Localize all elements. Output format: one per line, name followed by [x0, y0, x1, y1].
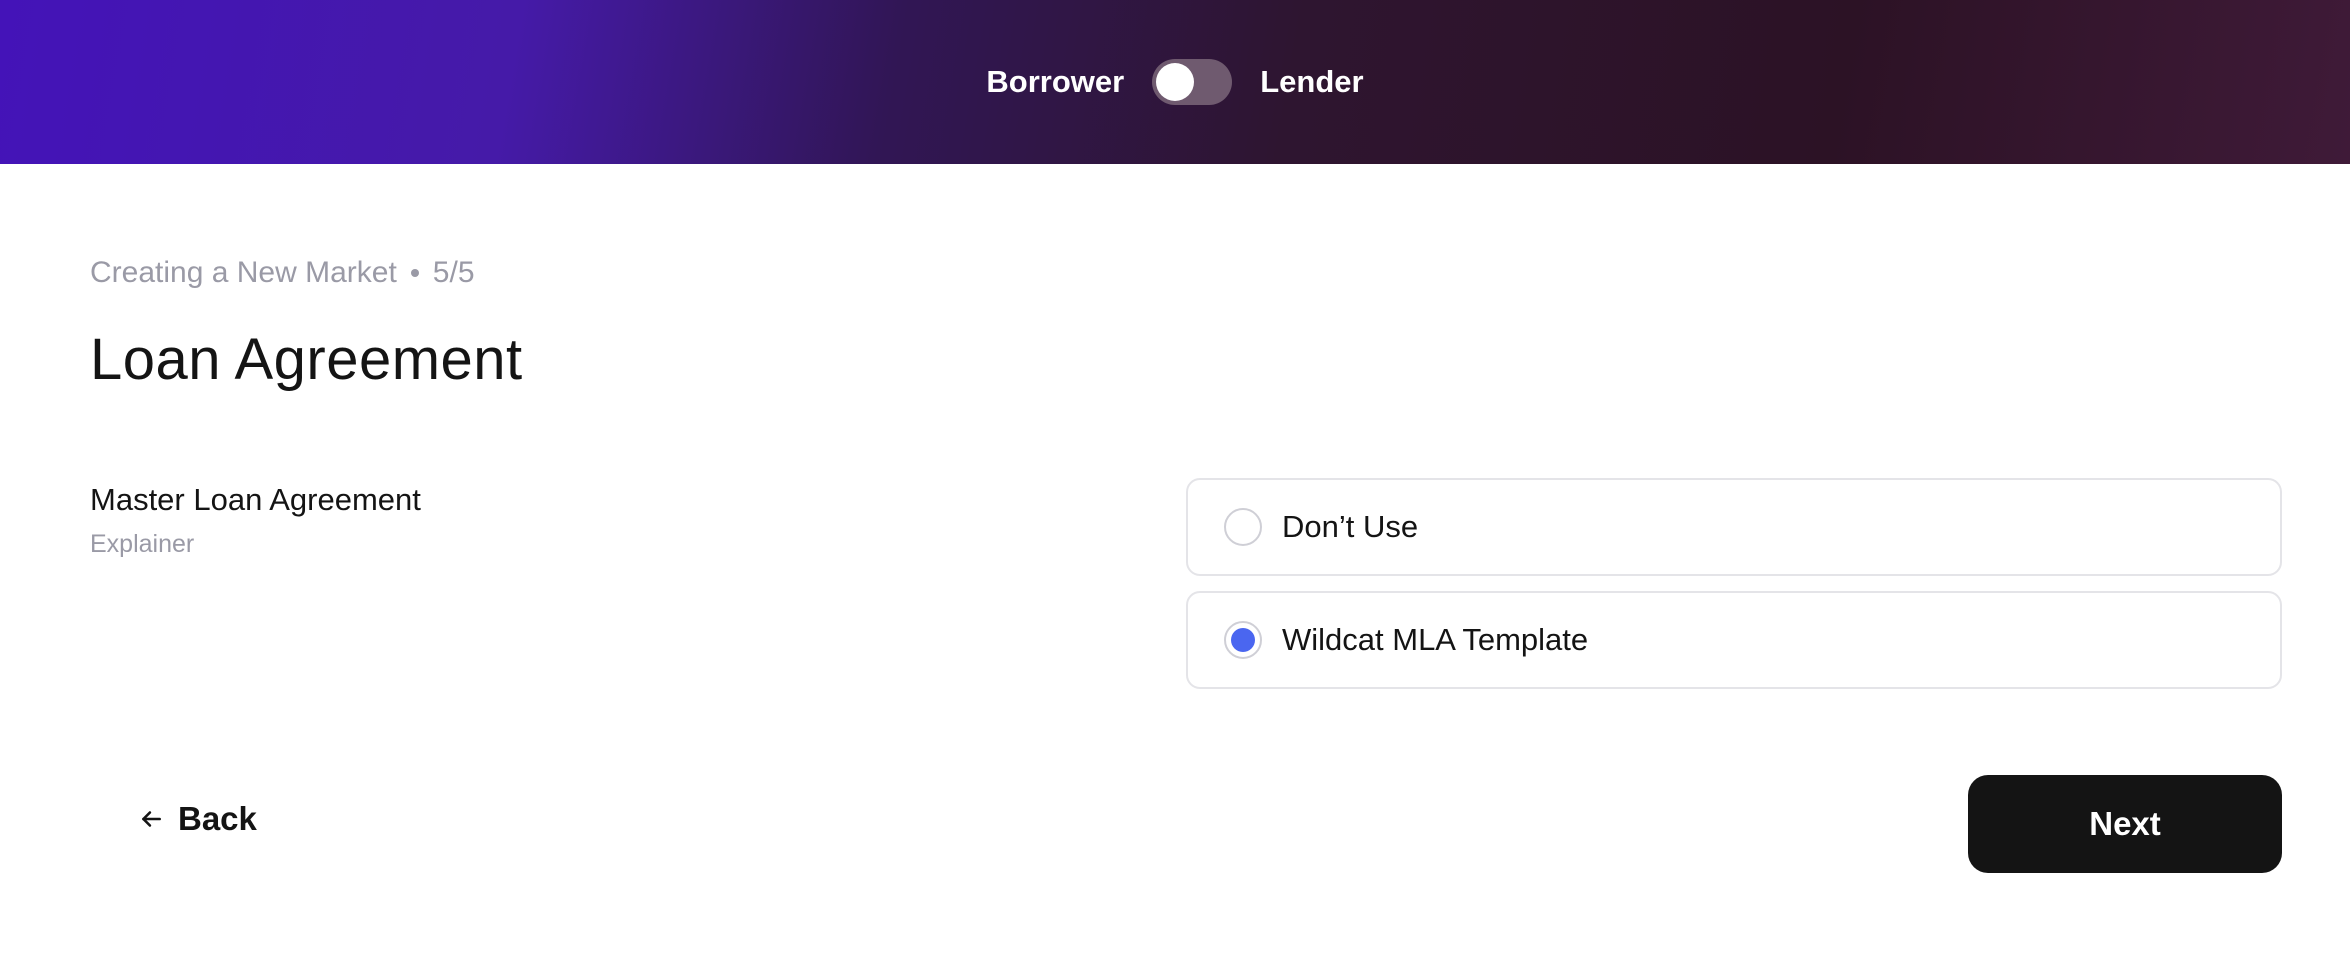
arrow-left-icon	[138, 806, 164, 832]
borrower-label: Borrower	[986, 64, 1125, 99]
breadcrumb: Creating a New Market 5/5	[90, 256, 475, 290]
back-button[interactable]: Back	[138, 800, 257, 838]
breadcrumb-separator	[410, 269, 419, 277]
breadcrumb-step: 5/5	[432, 256, 475, 289]
role-switch: Borrower Lender	[986, 59, 1364, 105]
option-label: Wildcat MLA Template	[1282, 622, 1589, 657]
field-hint: Explainer	[90, 530, 195, 558]
page-title: Loan Agreement	[90, 327, 523, 392]
breadcrumb-flow: Creating a New Market	[90, 256, 397, 289]
lender-label: Lender	[1260, 64, 1364, 99]
top-bar: Borrower Lender	[0, 0, 2350, 164]
option-dont-use[interactable]: Don’t Use	[1186, 478, 2282, 576]
field-label: Master Loan Agreement	[90, 482, 421, 517]
role-toggle[interactable]	[1152, 59, 1233, 105]
back-label: Back	[178, 800, 257, 837]
option-wildcat-mla-template[interactable]: Wildcat MLA Template	[1186, 591, 2282, 689]
radio-wildcat-mla-template[interactable]	[1224, 621, 1262, 659]
option-label: Don’t Use	[1282, 509, 1419, 544]
next-button[interactable]: Next	[1968, 775, 2282, 873]
radio-dont-use[interactable]	[1224, 508, 1262, 546]
toggle-knob	[1156, 63, 1195, 101]
